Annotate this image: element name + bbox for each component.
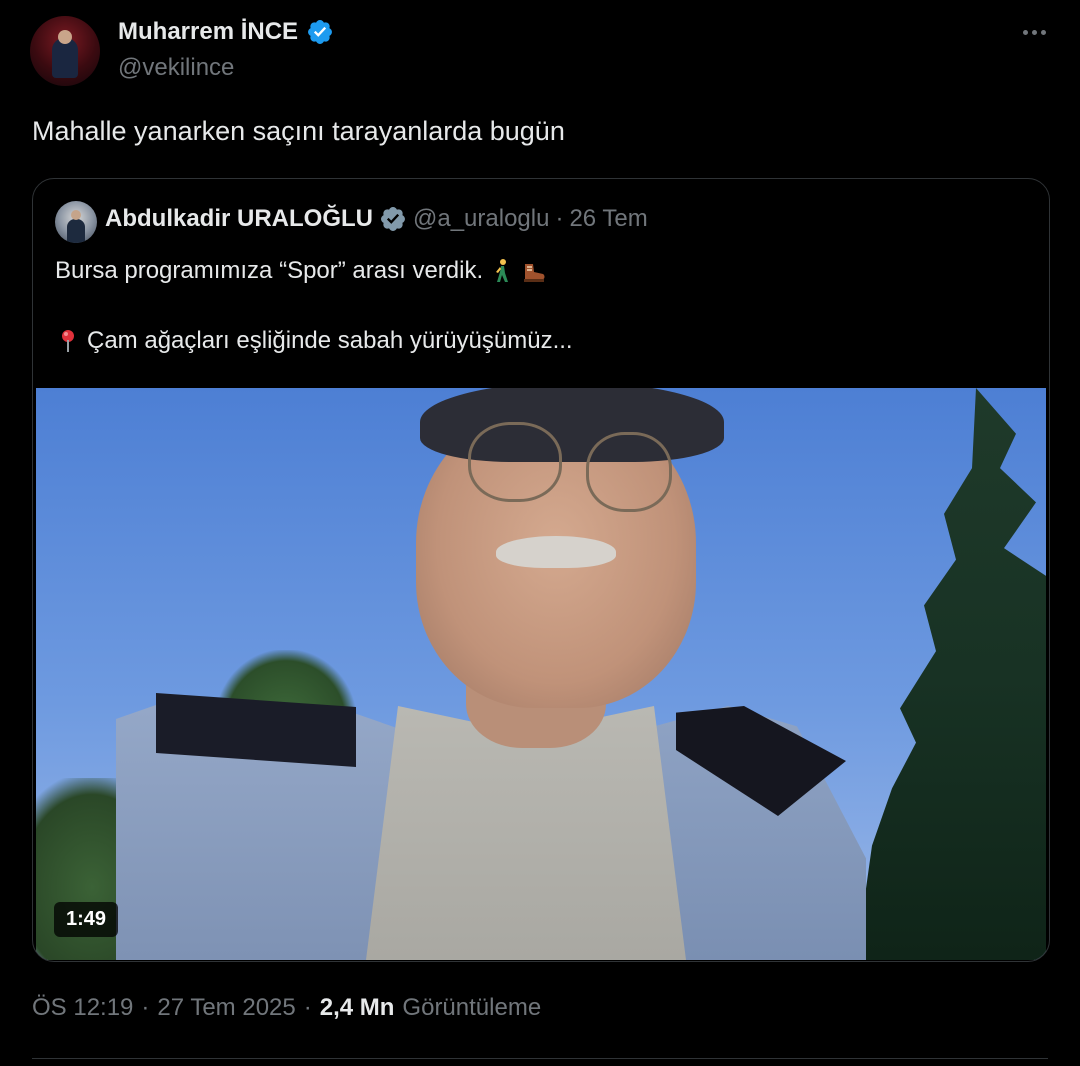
quoted-author-handle[interactable]: @a_uraloglu (413, 205, 549, 233)
verified-badge-icon (308, 20, 333, 44)
author-name-row: Muharrem İNCE (118, 18, 334, 46)
author-handle[interactable]: @vekilince (118, 54, 234, 82)
person-walking-icon (496, 259, 509, 282)
more-options-icon[interactable] (1016, 20, 1052, 44)
quoted-tweet[interactable]: Abdulkadir URALOĞLU @a_uraloglu · 26 Tem… (32, 178, 1050, 962)
divider (32, 1058, 1048, 1059)
quoted-text-line2: Çam ağaçları eşliğinde sabah yürüyüşümüz… (55, 327, 573, 355)
meta-separator-1: · (141, 994, 150, 1021)
quoted-author-name[interactable]: Abdulkadir URALOĞLU (105, 205, 373, 233)
quoted-line1-text: Bursa programımıza “Spor” arası verdik. (55, 257, 484, 284)
verified-badge-gray-icon (381, 207, 405, 231)
hiking-boot-icon (524, 264, 545, 282)
views-label: Görüntüleme (402, 994, 542, 1021)
quoted-header: Abdulkadir URALOĞLU @a_uraloglu · 26 Tem (105, 205, 648, 233)
quoted-date[interactable]: 26 Tem (569, 205, 647, 233)
tweet: Muharrem İNCE @vekilince Mahalle yanarke… (0, 0, 1080, 1066)
quoted-line2-text: Çam ağaçları eşliğinde sabah yürüyüşümüz… (87, 327, 573, 354)
tweet-meta: ÖS 12:19 · 27 Tem 2025 · 2,4 Mn Görüntül… (32, 994, 541, 1022)
author-avatar[interactable] (30, 16, 100, 86)
quoted-author-avatar[interactable] (55, 201, 97, 243)
tweet-date[interactable]: 27 Tem 2025 (157, 994, 295, 1022)
views-count: 2,4 Mn (319, 994, 395, 1021)
separator-dot: · (555, 205, 564, 232)
author-display-name[interactable]: Muharrem İNCE (118, 18, 298, 46)
pine-tree-right (856, 388, 1046, 960)
tweet-time[interactable]: ÖS 12:19 (32, 994, 133, 1022)
cap (420, 388, 724, 462)
glasses-right-lens (586, 432, 672, 512)
glasses-left-lens (468, 422, 562, 502)
video-player[interactable]: 1:49 (36, 388, 1046, 960)
meta-separator-2: · (303, 994, 312, 1021)
round-pushpin-icon (62, 330, 74, 352)
mustache (496, 536, 616, 568)
tweet-text: Mahalle yanarken saçını tarayanlarda bug… (32, 116, 565, 146)
quoted-text-line1: Bursa programımıza “Spor” arası verdik. (55, 257, 547, 285)
video-duration-badge: 1:49 (54, 902, 119, 937)
